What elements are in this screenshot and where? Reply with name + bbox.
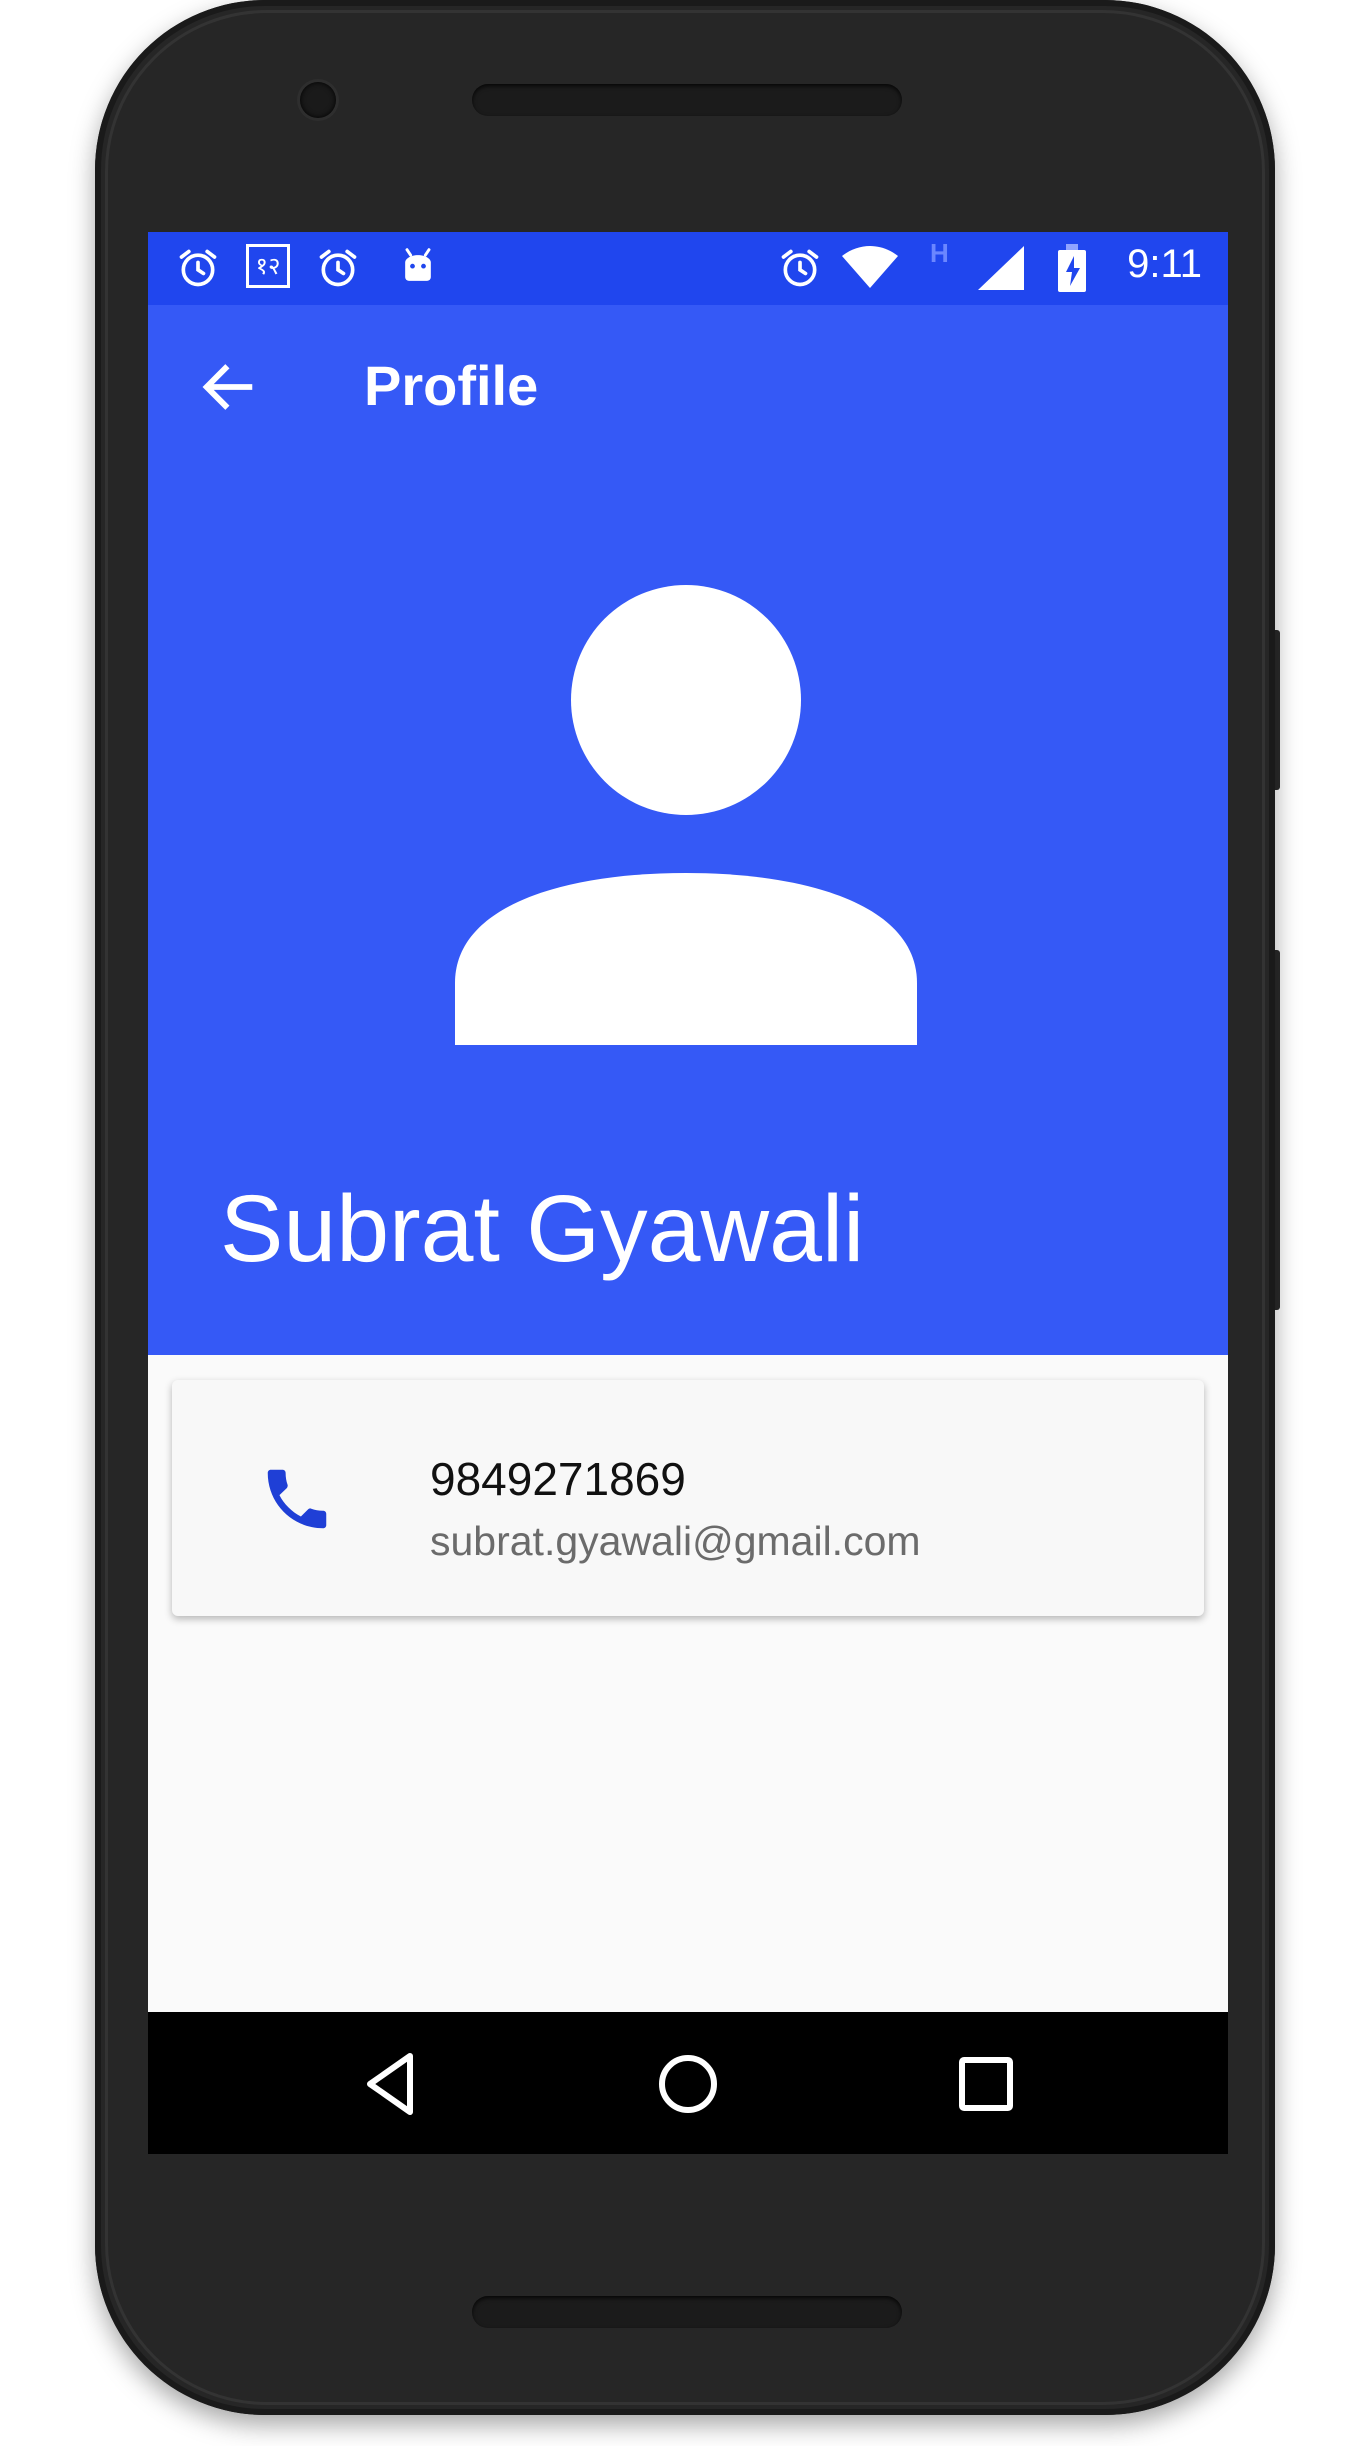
contact-email: subrat.gyawali@gmail.com bbox=[430, 1518, 921, 1564]
android-debug-icon bbox=[405, 248, 431, 281]
bottom-speaker bbox=[472, 2296, 902, 2328]
alarm-icon bbox=[179, 249, 217, 287]
profile-header: Profile Subrat Gyawali bbox=[148, 305, 1228, 1355]
lang-badge-text: १२ bbox=[255, 252, 281, 280]
nav-home-icon[interactable] bbox=[652, 2048, 724, 2120]
arrow-back-icon[interactable] bbox=[196, 355, 260, 419]
front-camera bbox=[300, 82, 336, 118]
page-title: Profile bbox=[364, 354, 539, 417]
nav-recents-icon[interactable] bbox=[950, 2048, 1022, 2120]
alarm-icon bbox=[781, 249, 819, 287]
device-frame: १२ H 9:11 Profile Subrat Gyawali 9849271… bbox=[0, 0, 1370, 2446]
network-type-text: H bbox=[930, 238, 949, 268]
wifi-icon bbox=[842, 246, 898, 288]
signal-icon bbox=[978, 246, 1024, 290]
profile-name: Subrat Gyawali bbox=[220, 1176, 865, 1282]
status-time: 9:11 bbox=[1127, 242, 1202, 286]
contact-phone-number: 9849271869 bbox=[430, 1453, 686, 1505]
screen: १२ H 9:11 Profile Subrat Gyawali 9849271… bbox=[148, 232, 1228, 2154]
status-bar: १२ H 9:11 bbox=[148, 232, 1228, 305]
keyboard-lang-icon: १२ bbox=[246, 244, 290, 288]
alarm-icon bbox=[319, 249, 357, 287]
contact-card[interactable]: 9849271869 subrat.gyawali@gmail.com bbox=[172, 1380, 1204, 1616]
nav-back-icon[interactable] bbox=[354, 2048, 426, 2120]
battery-charging-icon bbox=[1058, 244, 1086, 292]
top-speaker bbox=[472, 84, 902, 116]
person-placeholder-icon bbox=[455, 585, 917, 1045]
navigation-bar bbox=[148, 2012, 1228, 2154]
network-type-icon: H bbox=[930, 238, 949, 269]
phone-icon bbox=[267, 1469, 327, 1529]
